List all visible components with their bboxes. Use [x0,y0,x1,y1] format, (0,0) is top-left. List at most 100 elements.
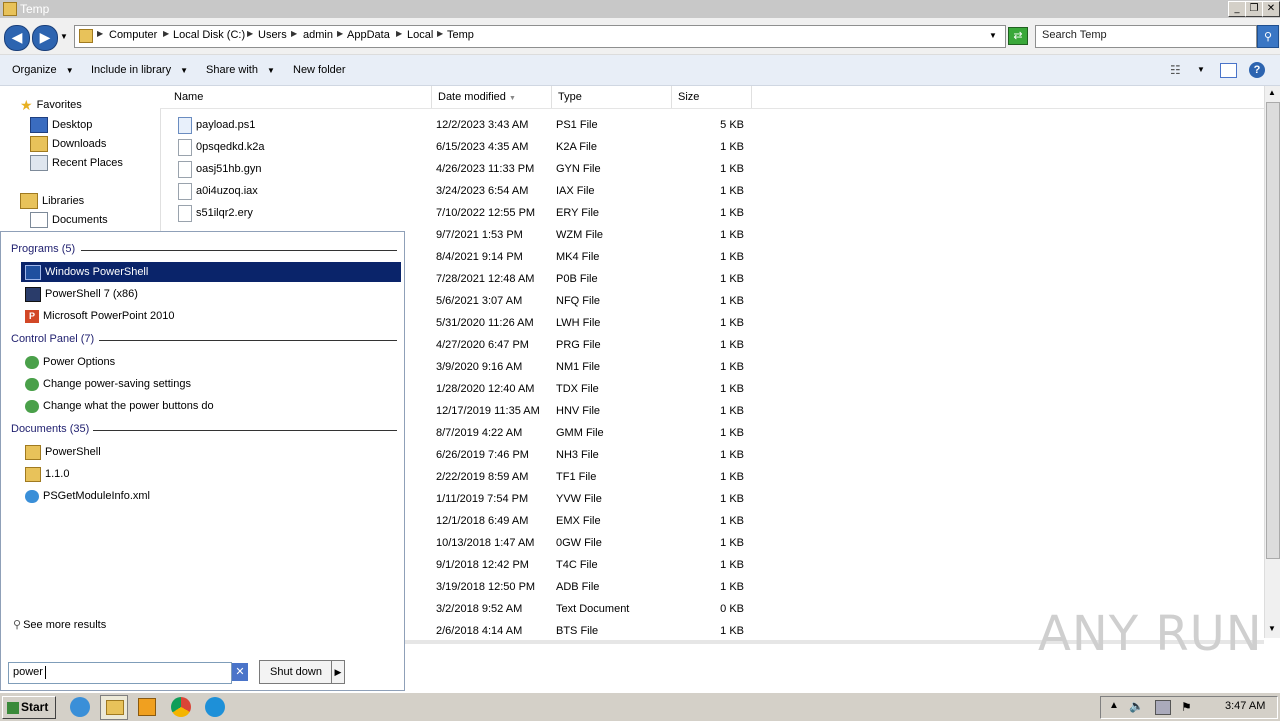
control-panel-header: Control Panel (7) [11,333,95,345]
file-size: 1 KB [720,581,744,593]
table-row[interactable]: payload.ps1 12/2/2023 3:43 AM PS1 File 5 KB [160,115,1260,137]
column-size[interactable]: Size [672,86,752,108]
result-folder-1-1-0[interactable]: 1.1.0 [21,464,401,484]
view-options-icon[interactable]: ☷ [1170,63,1181,77]
breadcrumb-temp[interactable]: Temp [447,29,474,41]
scroll-thumb[interactable] [1266,102,1280,559]
include-in-library-menu[interactable]: Include in library ▼ [91,64,188,76]
vertical-scrollbar[interactable]: ▲ ▼ [1264,86,1280,638]
nav-libraries[interactable]: Libraries [20,193,84,209]
result-powerpoint[interactable]: P Microsoft PowerPoint 2010 [21,306,401,326]
result-power-saving[interactable]: Change power-saving settings [21,374,401,394]
nav-recent-places[interactable]: Recent Places [30,155,123,171]
table-row[interactable]: a0i4uzoq.iax 3/24/2023 6:54 AM IAX File 1 K… [160,181,1260,203]
preview-pane-icon[interactable] [1220,63,1237,78]
breadcrumb-computer[interactable]: Computer [109,29,157,41]
breadcrumb[interactable]: ▶ Computer ▶ Local Disk (C:) ▶ Users ▶ a… [74,25,1006,48]
table-row[interactable]: s51ilqr2.ery 7/10/2022 12:55 PM ERY File 1 … [160,203,1260,225]
file-type: NFQ File [556,295,600,307]
file-size: 1 KB [720,339,744,351]
windows-logo-icon [7,701,19,714]
breadcrumb-separator-icon[interactable]: ▶ [163,29,169,38]
action-center-flag-icon[interactable]: ⚑ [1181,700,1192,714]
breadcrumb-local[interactable]: Local [407,29,433,41]
see-more-results-link[interactable]: ⚲ See more results [13,618,106,631]
search-input[interactable]: Search Temp [1035,25,1257,48]
restore-button[interactable]: ❐ [1245,1,1263,17]
nav-favorites[interactable]: ★ Favorites [20,98,82,114]
breadcrumb-separator-icon[interactable]: ▶ [396,29,402,38]
file-date-modified: 2/6/2018 4:14 AM [436,625,523,637]
back-button[interactable]: ◀ [4,25,30,51]
shut-down-button[interactable]: Shut down [259,660,333,684]
file-type: YVW File [556,493,602,505]
file-type: NM1 File [556,361,601,373]
recent-pages-chevron-icon[interactable]: ▼ [60,32,68,41]
script-file-icon [178,117,192,134]
result-power-buttons[interactable]: Change what the power buttons do [21,396,401,416]
star-icon: ★ [20,98,33,114]
network-icon[interactable] [1155,700,1171,715]
search-icon[interactable]: ⚲ [1257,25,1279,48]
file-size: 5 KB [720,119,744,131]
folder-icon [79,29,93,43]
start-button[interactable]: Start [2,696,56,719]
share-with-menu[interactable]: Share with ▼ [206,64,275,76]
scroll-up-icon[interactable]: ▲ [1268,88,1276,97]
breadcrumb-admin[interactable]: admin [303,29,333,41]
file-type: WZM File [556,229,604,241]
breadcrumb-separator-icon[interactable]: ▶ [437,29,443,38]
result-power-options[interactable]: Power Options [21,352,401,372]
breadcrumb-separator-icon[interactable]: ▶ [291,29,297,38]
search-placeholder: Search Temp [1042,29,1107,41]
shut-down-options-icon[interactable]: ▶ [331,660,345,684]
nav-downloads[interactable]: Downloads [30,136,106,152]
file-size: 1 KB [720,559,744,571]
table-row[interactable]: oasj51hb.gyn 4/26/2023 11:33 PM GYN File 1 … [160,159,1260,181]
organize-menu[interactable]: Organize ▼ [12,64,74,76]
file-size: 1 KB [720,427,744,439]
chrome-icon[interactable] [171,697,191,717]
breadcrumb-separator-icon[interactable]: ▶ [97,29,103,38]
file-size: 1 KB [720,295,744,307]
refresh-button[interactable]: ⇄ [1008,27,1028,45]
minimize-button[interactable]: _ [1228,1,1246,17]
start-search-input[interactable]: power [8,662,232,684]
result-powershell-folder[interactable]: PowerShell [21,442,401,462]
nav-documents[interactable]: Documents [30,212,108,228]
clock[interactable]: 3:47 AM [1225,700,1265,712]
powershell-icon [25,286,41,302]
scroll-down-icon[interactable]: ▼ [1268,624,1276,633]
column-type[interactable]: Type [552,86,672,108]
breadcrumb-separator-icon[interactable]: ▶ [247,29,253,38]
help-icon[interactable]: ? [1249,62,1265,78]
nav-desktop[interactable]: Desktop [30,117,92,133]
forward-button[interactable]: ▶ [32,25,58,51]
file-date-modified: 12/2/2023 3:43 AM [436,119,529,131]
show-hidden-icons-icon[interactable]: ▲ [1109,700,1119,711]
file-type: ERY File [556,207,600,219]
close-button[interactable]: ✕ [1262,1,1280,17]
column-date-modified[interactable]: Date modified ▼ [432,86,552,108]
file-name: oasj51hb.gyn [196,163,262,175]
power-options-icon [25,377,39,391]
internet-explorer-icon[interactable] [70,697,90,717]
volume-icon[interactable]: 🔈 [1129,699,1144,713]
result-psgetmoduleinfo[interactable]: PSGetModuleInfo.xml [21,486,401,506]
breadcrumb-local-disk[interactable]: Local Disk (C:) [173,29,245,41]
new-folder-button[interactable]: New folder [293,64,346,76]
view-dropdown-icon[interactable]: ▼ [1197,65,1205,74]
breadcrumb-separator-icon[interactable]: ▶ [337,29,343,38]
explorer-taskbar-button[interactable] [100,695,128,720]
column-name[interactable]: Name [168,86,432,108]
media-player-icon[interactable] [138,698,156,716]
breadcrumb-users[interactable]: Users [258,29,287,41]
result-windows-powershell[interactable]: Windows PowerShell [21,262,401,282]
breadcrumb-appdata[interactable]: AppData [347,29,390,41]
file-size: 1 KB [720,163,744,175]
result-powershell-7[interactable]: PowerShell 7 (x86) [21,284,401,304]
table-row[interactable]: 0psqedkd.k2a 6/15/2023 4:35 AM K2A File 1 K… [160,137,1260,159]
edge-icon[interactable] [205,697,225,717]
address-dropdown-icon[interactable]: ▼ [989,31,997,40]
clear-search-icon[interactable]: ✕ [232,663,248,681]
